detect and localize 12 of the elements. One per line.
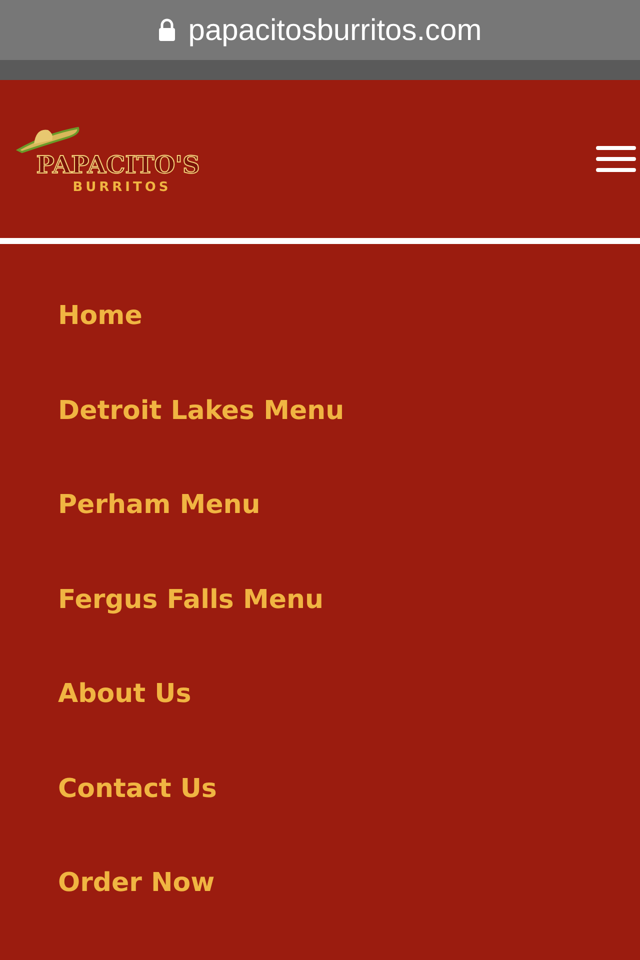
logo-subtitle: BURRITOS (72, 181, 172, 194)
menu-link[interactable]: Order Now (58, 865, 640, 960)
menu-icon[interactable] (596, 144, 636, 174)
menu-link[interactable]: About Us (58, 676, 640, 770)
sombrero-icon (16, 124, 82, 154)
menu-link[interactable]: Home (58, 298, 640, 392)
menu-link[interactable]: Fergus Falls Menu (58, 582, 640, 676)
url-text[interactable]: papacitosburritos.com (188, 8, 482, 52)
menu-link[interactable]: Perham Menu (58, 487, 640, 582)
lock-icon (158, 18, 176, 42)
menu-link[interactable]: Contact Us (58, 770, 640, 865)
menu-link[interactable]: Detroit Lakes Menu (58, 392, 640, 487)
